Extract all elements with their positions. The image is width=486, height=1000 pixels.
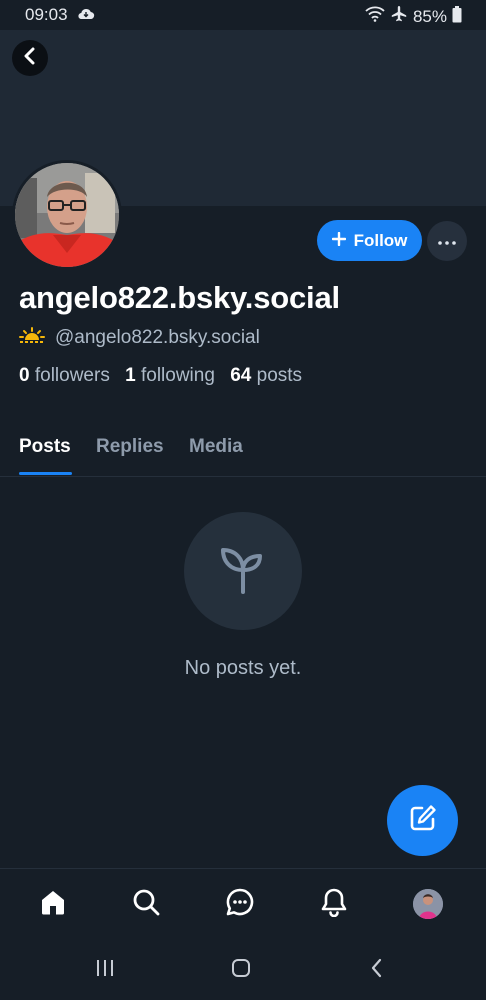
compose-button[interactable]: [387, 785, 458, 856]
chat-icon: [225, 887, 255, 922]
handle-row: @angelo822.bsky.social: [19, 326, 260, 349]
recent-apps-button[interactable]: [90, 958, 120, 982]
follow-button[interactable]: Follow: [317, 220, 422, 261]
followers-count: 0: [19, 365, 30, 386]
home-icon: [38, 887, 68, 922]
more-options-button[interactable]: [427, 221, 467, 261]
bell-icon: [319, 887, 349, 922]
back-button[interactable]: [12, 40, 48, 76]
compose-icon: [408, 803, 438, 838]
back-system-button[interactable]: [362, 958, 392, 982]
followers-label[interactable]: followers: [35, 365, 110, 386]
posts-label: posts: [256, 365, 303, 386]
battery-icon: [452, 5, 462, 28]
profile-avatar-small: [413, 889, 443, 919]
chevron-left-icon: [370, 958, 384, 983]
nav-search[interactable]: [128, 886, 164, 922]
display-name: angelo822.bsky.social: [19, 280, 340, 315]
posts-count: 64: [230, 365, 252, 386]
follow-label: Follow: [353, 230, 408, 250]
tab-posts[interactable]: Posts: [19, 436, 71, 458]
tab-media[interactable]: Media: [189, 436, 243, 458]
empty-state-message: No posts yet.: [184, 657, 302, 679]
nav-home[interactable]: [35, 886, 71, 922]
sun-horizon-icon: [19, 326, 45, 349]
status-time: 09:03: [25, 5, 68, 24]
system-navigation-bar: [0, 940, 486, 1000]
following-label[interactable]: following: [141, 365, 215, 386]
sprout-icon: [214, 540, 272, 603]
home-system-button[interactable]: [226, 958, 256, 982]
cloud-icon: [77, 6, 95, 26]
ellipsis-icon: [438, 232, 456, 250]
search-icon: [131, 887, 161, 922]
wifi-icon: [365, 6, 385, 27]
nav-notifications[interactable]: [316, 886, 352, 922]
home-circle-icon: [231, 958, 251, 983]
bottom-navigation: [0, 868, 486, 940]
following-count: 1: [125, 365, 136, 386]
status-icons: 85%: [365, 5, 462, 28]
empty-state-icon-circle: [184, 512, 302, 630]
profile-avatar[interactable]: [12, 160, 122, 270]
plus-icon: [331, 231, 346, 251]
recent-apps-icon: [95, 959, 115, 982]
battery-percent: 85%: [412, 6, 447, 26]
tab-replies[interactable]: Replies: [96, 436, 164, 458]
nav-chat[interactable]: [222, 886, 258, 922]
nav-profile[interactable]: [410, 886, 446, 922]
chevron-left-icon: [23, 47, 37, 70]
airplane-icon: [390, 5, 408, 28]
active-tab-indicator: [19, 472, 72, 475]
profile-tabs: Posts Replies Media: [0, 420, 486, 477]
profile-stats: 0 followers 1 following 64 posts: [19, 365, 302, 387]
profile-handle: @angelo822.bsky.social: [55, 326, 260, 348]
status-bar: 09:03 85%: [0, 0, 486, 30]
